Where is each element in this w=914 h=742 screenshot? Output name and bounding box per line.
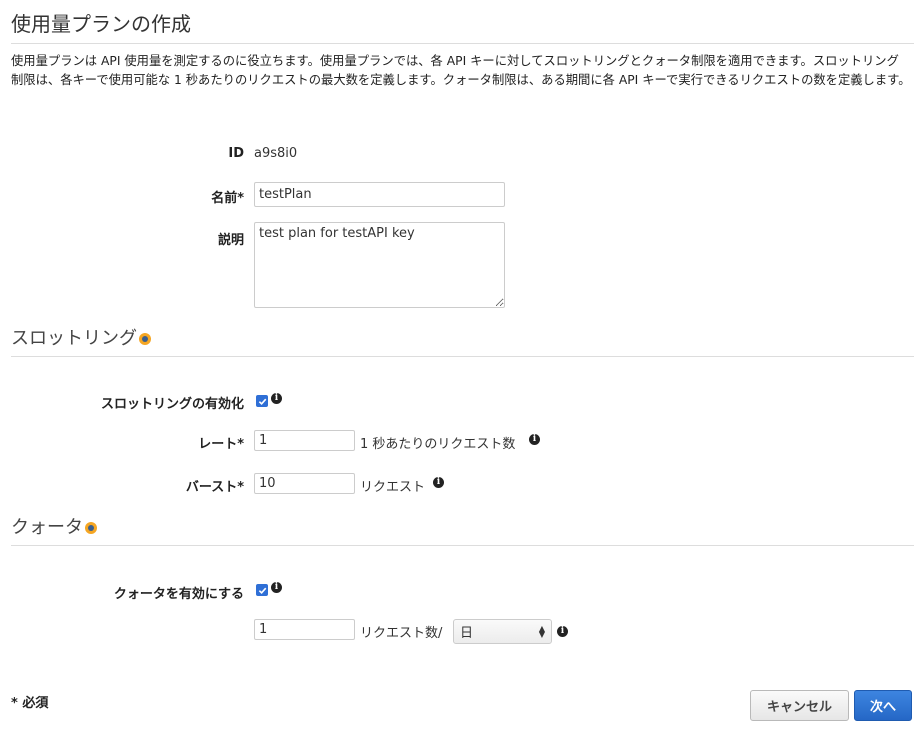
help-dot-icon[interactable] (85, 522, 97, 534)
throttling-enable-label: スロットリングの有効化 (100, 397, 244, 412)
quota-enable-checkbox[interactable] (256, 584, 268, 596)
info-icon[interactable]: i (529, 434, 540, 445)
title-divider (11, 43, 914, 44)
quota-divider (11, 545, 914, 546)
cancel-button[interactable]: キャンセル (750, 690, 849, 721)
name-label: 名前* (211, 191, 244, 206)
check-icon (258, 398, 266, 405)
name-input[interactable] (254, 182, 505, 207)
burst-unit: リクエスト (360, 480, 426, 495)
info-icon[interactable]: i (271, 582, 282, 593)
throttling-divider (11, 356, 914, 357)
rate-unit: 1 秒あたりのリクエスト数 (360, 437, 516, 452)
help-dot-icon[interactable] (139, 333, 151, 345)
id-value: a9s8i0 (254, 146, 298, 161)
page-description: 使用量プランは API 使用量を測定するのに役立ちます。使用量プランでは、各 A… (11, 54, 911, 87)
description-label: 説明 (217, 233, 244, 248)
next-button[interactable]: 次へ (854, 690, 912, 721)
throttling-enable-checkbox[interactable] (256, 395, 268, 407)
check-icon (258, 587, 266, 594)
quota-enable-label: クォータを有効にする (113, 587, 244, 602)
throttling-title-text: スロットリング (11, 328, 137, 349)
quota-unit: リクエスト数/ (360, 626, 443, 641)
page-title: 使用量プランの作成 (11, 12, 191, 36)
select-arrows-icon: ▲ ▼ (538, 623, 545, 639)
quota-title-text: クォータ (11, 517, 83, 538)
burst-input[interactable] (254, 473, 355, 494)
throttling-section-title: スロットリング (11, 324, 151, 350)
quota-period-select[interactable]: 日 ▲ ▼ (453, 619, 552, 644)
quota-section-title: クォータ (11, 513, 97, 539)
required-note: * 必須 (11, 696, 49, 711)
quota-period-value: 日 (460, 626, 474, 641)
info-icon[interactable]: i (271, 393, 282, 404)
burst-label: バースト* (185, 480, 244, 495)
id-label: ID (228, 146, 244, 161)
description-textarea[interactable]: test plan for testAPI key (254, 222, 505, 308)
rate-input[interactable] (254, 430, 355, 451)
info-icon[interactable]: i (557, 626, 568, 637)
quota-limit-input[interactable] (254, 619, 355, 640)
rate-label: レート* (198, 437, 244, 452)
info-icon[interactable]: i (433, 477, 444, 488)
